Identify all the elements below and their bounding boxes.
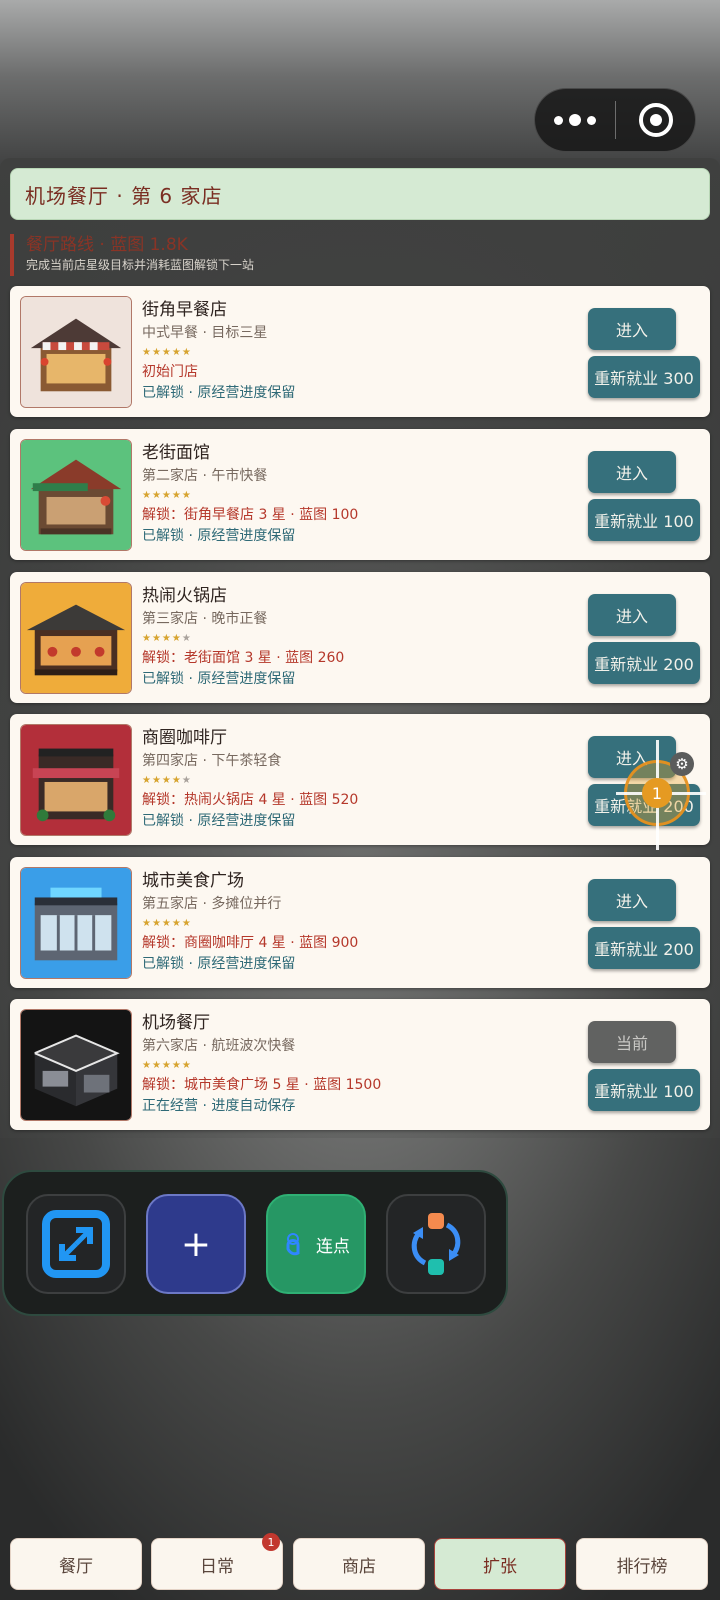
star-rating: ★★★★★	[142, 775, 192, 786]
breakfast-shop-icon	[20, 296, 132, 408]
restaurant-subtitle: 第五家店 · 多摊位并行	[142, 896, 282, 912]
restaurant-card: 热闹火锅店 第三家店 · 晚市正餐 ★★★★★ 解锁：老街面馆 3 星 · 蓝图…	[10, 572, 710, 703]
notification-badge: 1	[262, 1533, 280, 1551]
sync-button[interactable]	[386, 1194, 486, 1294]
restaurant-name: 老街面馆	[142, 443, 210, 463]
cafe-shop-icon	[20, 724, 132, 836]
restaurant-subtitle: 第四家店 · 下午茶轻食	[142, 753, 282, 769]
tab-shop[interactable]: 商店	[293, 1538, 425, 1590]
hotpot-shop-icon	[20, 582, 132, 694]
bottom-tab-bar: 餐厅 日常 1 商店 扩张 排行榜	[0, 1530, 720, 1600]
continuous-tap-button[interactable]: 连点	[266, 1194, 366, 1294]
restaurant-subtitle: 第六家店 · 航班波次快餐	[142, 1038, 296, 1054]
unlock-status: 已解锁 · 原经营进度保留	[142, 671, 296, 687]
rehire-button[interactable]: 重新就业 100	[588, 499, 700, 541]
current-button[interactable]: 当前	[588, 1021, 676, 1063]
star-rating: ★★★★★	[142, 633, 192, 644]
unlock-requirement: 解锁：街角早餐店 3 星 · 蓝图 100	[142, 507, 359, 523]
route-info: 餐厅路线 · 蓝图 1.8K 完成当前店星级目标并消耗蓝图解锁下一站	[10, 234, 710, 276]
restaurant-name: 商圈咖啡厅	[142, 728, 227, 748]
tap-hand-icon	[286, 1233, 300, 1256]
unlock-requirement: 解锁：热闹火锅店 4 星 · 蓝图 520	[142, 792, 359, 808]
tap-target-marker[interactable]: 1 ⚙	[616, 740, 706, 850]
target-number: 1	[642, 778, 672, 808]
unlock-requirement: 解锁：城市美食广场 5 星 · 蓝图 1500	[142, 1077, 382, 1093]
unlock-status: 已解锁 · 原经营进度保留	[142, 956, 296, 972]
food-court-icon	[20, 867, 132, 979]
unlock-status: 已解锁 · 原经营进度保留	[142, 385, 296, 401]
restaurant-card: 城市美食广场 第五家店 · 多摊位并行 ★★★★★ 解锁：商圈咖啡厅 4 星 ·…	[10, 857, 710, 988]
rehire-button[interactable]: 重新就业 100	[588, 1069, 700, 1111]
enter-button[interactable]: 进入	[588, 451, 676, 493]
restaurant-card: 老街面馆 第二家店 · 午市快餐 ★★★★★ 解锁：街角早餐店 3 星 · 蓝图…	[10, 429, 710, 560]
restaurant-subtitle: 第二家店 · 午市快餐	[142, 468, 268, 484]
enter-button[interactable]: 进入	[588, 594, 676, 636]
route-title: 餐厅路线 · 蓝图 1.8K	[26, 235, 188, 255]
add-point-button[interactable]: +	[146, 1194, 246, 1294]
unlock-requirement: 初始门店	[142, 364, 198, 380]
restaurant-name: 热闹火锅店	[142, 586, 227, 606]
star-rating: ★★★★★	[142, 347, 192, 358]
tab-leaderboard[interactable]: 排行榜	[576, 1538, 708, 1590]
enter-button[interactable]: 进入	[588, 879, 676, 921]
unlock-requirement: 解锁：商圈咖啡厅 4 星 · 蓝图 900	[142, 935, 359, 951]
resize-button[interactable]	[26, 1194, 126, 1294]
sync-icon	[411, 1213, 461, 1275]
restaurant-name: 城市美食广场	[142, 871, 244, 891]
miniprogram-capsule	[534, 88, 696, 152]
unlock-requirement: 解锁：老街面馆 3 星 · 蓝图 260	[142, 650, 345, 666]
restaurant-card: 街角早餐店 中式早餐 · 目标三星 ★★★★★ 初始门店 已解锁 · 原经营进度…	[10, 286, 710, 417]
current-restaurant-header: 机场餐厅 · 第 6 家店	[10, 168, 710, 220]
restaurant-card: 商圈咖啡厅 第四家店 · 下午茶轻食 ★★★★★ 解锁：热闹火锅店 4 星 · …	[10, 714, 710, 845]
unlock-status: 正在经营 · 进度自动保存	[142, 1098, 296, 1114]
auto-clicker-toolbar: + 连点	[2, 1170, 508, 1316]
continuous-tap-label: 连点	[316, 1236, 350, 1257]
restaurant-name: 街角早餐店	[142, 300, 227, 320]
unlock-status: 已解锁 · 原经营进度保留	[142, 813, 296, 829]
resize-icon	[42, 1210, 110, 1278]
more-menu-icon[interactable]	[535, 89, 615, 151]
star-rating: ★★★★★	[142, 918, 192, 929]
restaurant-subtitle: 中式早餐 · 目标三星	[142, 325, 268, 341]
star-rating: ★★★★★	[142, 1060, 192, 1071]
airport-restaurant-icon	[20, 1009, 132, 1121]
noodle-shop-icon	[20, 439, 132, 551]
route-subtitle: 完成当前店星级目标并消耗蓝图解锁下一站	[26, 258, 255, 272]
tab-daily[interactable]: 日常 1	[151, 1533, 283, 1590]
rehire-button[interactable]: 重新就业 200	[588, 642, 700, 684]
rehire-button[interactable]: 重新就业 200	[588, 927, 700, 969]
tab-restaurant[interactable]: 餐厅	[10, 1538, 142, 1590]
close-miniprogram-icon[interactable]	[616, 89, 695, 151]
tab-expansion[interactable]: 扩张	[434, 1538, 566, 1590]
restaurant-card: 机场餐厅 第六家店 · 航班波次快餐 ★★★★★ 解锁：城市美食广场 5 星 ·…	[10, 999, 710, 1130]
unlock-status: 已解锁 · 原经营进度保留	[142, 528, 296, 544]
gear-icon[interactable]: ⚙	[670, 752, 694, 776]
restaurant-name: 机场餐厅	[142, 1013, 210, 1033]
restaurant-subtitle: 第三家店 · 晚市正餐	[142, 611, 268, 627]
page-title: 机场餐厅 · 第 6 家店	[25, 183, 223, 208]
rehire-button[interactable]: 重新就业 300	[588, 356, 700, 398]
star-rating: ★★★★★	[142, 490, 192, 501]
enter-button[interactable]: 进入	[588, 308, 676, 350]
